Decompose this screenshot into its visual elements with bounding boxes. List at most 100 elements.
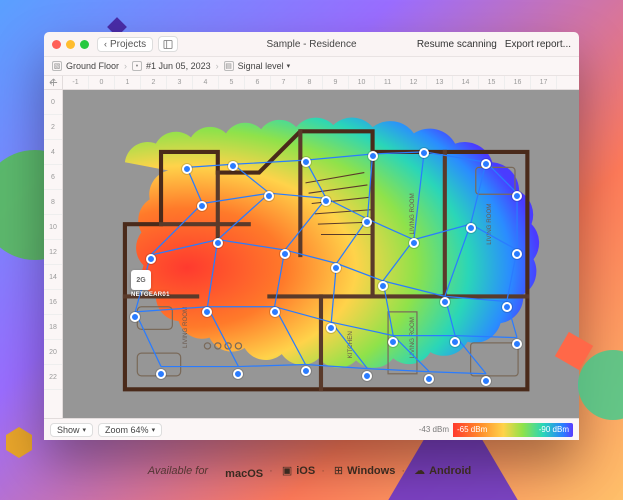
- survey-point[interactable]: [388, 337, 398, 347]
- survey-point[interactable]: [362, 371, 372, 381]
- sidebar-toggle-icon[interactable]: [158, 36, 178, 52]
- legend-mid: -65 dBm: [457, 425, 487, 434]
- ruler-tick: -1: [63, 76, 89, 89]
- ruler-tick: 5: [219, 76, 245, 89]
- signal-legend: -43 dBm -65 dBm -90 dBm: [415, 423, 573, 437]
- survey-point[interactable]: [362, 217, 372, 227]
- breadcrumb: ▧ Ground Floor › • #1 Jun 05, 2023 › ▤ S…: [44, 56, 579, 76]
- ruler-origin-icon[interactable]: [44, 76, 63, 90]
- ruler-tick: 1: [115, 76, 141, 89]
- ruler-tick: 12: [401, 76, 427, 89]
- platform-android[interactable]: ☁ Android: [414, 464, 471, 477]
- ruler-tick: 2: [44, 115, 62, 140]
- platform-macos[interactable]: macOS: [221, 468, 263, 480]
- survey-point[interactable]: [146, 254, 156, 264]
- titlebar: ‹ Projects Sample - Residence Resume sca…: [44, 32, 579, 56]
- survey-point[interactable]: [502, 302, 512, 312]
- ruler-tick: 10: [349, 76, 375, 89]
- layer-icon: ▤: [224, 61, 234, 71]
- maximize-icon[interactable]: [80, 40, 89, 49]
- survey-point[interactable]: [197, 201, 207, 211]
- access-point-marker[interactable]: 2G NETGEAR01: [131, 270, 170, 298]
- survey-point[interactable]: [450, 337, 460, 347]
- back-projects-button[interactable]: ‹ Projects: [97, 37, 153, 52]
- survey-point[interactable]: [419, 148, 429, 158]
- floorplan-viewport[interactable]: LIVING ROOM KITCHEN LIVING ROOM LIVING R…: [63, 90, 579, 418]
- survey-point[interactable]: [233, 369, 243, 379]
- ruler-tick: 14: [44, 265, 62, 290]
- crumb-layer[interactable]: Signal level: [238, 61, 284, 71]
- back-label: Projects: [110, 39, 146, 50]
- platform-ios[interactable]: ▣ iOS: [282, 464, 315, 477]
- survey-point[interactable]: [409, 238, 419, 248]
- survey-point[interactable]: [130, 312, 140, 322]
- survey-point[interactable]: [368, 151, 378, 161]
- chevron-right-icon: ›: [216, 61, 219, 71]
- ruler-tick: 14: [453, 76, 479, 89]
- wifi-icon: 2G: [131, 270, 151, 290]
- survey-point[interactable]: [326, 323, 336, 333]
- legend-max: -90 dBm: [539, 425, 569, 434]
- survey-point[interactable]: [424, 374, 434, 384]
- crumb-floor[interactable]: Ground Floor: [66, 61, 119, 71]
- survey-point[interactable]: [321, 196, 331, 206]
- survey-point[interactable]: [481, 376, 491, 386]
- ruler-tick: 22: [44, 365, 62, 390]
- ruler-tick: 6: [44, 165, 62, 190]
- survey-point[interactable]: [156, 369, 166, 379]
- ruler-tick: 10: [44, 215, 62, 240]
- ruler-tick: 11: [375, 76, 401, 89]
- ruler-tick: 3: [167, 76, 193, 89]
- survey-point[interactable]: [466, 223, 476, 233]
- ruler-tick: 18: [44, 315, 62, 340]
- survey-point[interactable]: [280, 249, 290, 259]
- platform-windows[interactable]: ⊞ Windows: [334, 464, 395, 477]
- survey-point[interactable]: [301, 366, 311, 376]
- survey-point[interactable]: [270, 307, 280, 317]
- ruler-vertical: 0246810121416182022: [44, 90, 63, 418]
- survey-point[interactable]: [378, 281, 388, 291]
- ruler-tick: 13: [427, 76, 453, 89]
- survey-point[interactable]: [182, 164, 192, 174]
- minimize-icon[interactable]: [66, 40, 75, 49]
- access-point-label: NETGEAR01: [131, 292, 170, 298]
- ruler-tick: 8: [44, 190, 62, 215]
- ruler-tick: 16: [44, 290, 62, 315]
- survey-point[interactable]: [440, 297, 450, 307]
- survey-point[interactable]: [264, 191, 274, 201]
- bg-decor: [578, 350, 623, 420]
- survey-point[interactable]: [301, 157, 311, 167]
- ruler-tick: 0: [89, 76, 115, 89]
- ruler-tick: 17: [531, 76, 557, 89]
- crumb-survey[interactable]: #1 Jun 05, 2023: [146, 61, 211, 71]
- chevron-down-icon: ▾: [152, 426, 156, 434]
- survey-path: [63, 90, 579, 410]
- ruler-tick: 9: [323, 76, 349, 89]
- windows-icon: ⊞: [334, 464, 343, 477]
- ruler-tick: 15: [479, 76, 505, 89]
- export-report-button[interactable]: Export report...: [505, 39, 571, 50]
- app-window: ‹ Projects Sample - Residence Resume sca…: [44, 32, 579, 440]
- chevron-left-icon: ‹: [104, 39, 107, 49]
- survey-point[interactable]: [202, 307, 212, 317]
- survey-point[interactable]: [512, 339, 522, 349]
- zoom-dropdown[interactable]: Zoom 64% ▾: [98, 423, 162, 437]
- survey-point[interactable]: [512, 249, 522, 259]
- ruler-tick: 7: [271, 76, 297, 89]
- chevron-down-icon: ▾: [287, 62, 291, 70]
- survey-point[interactable]: [228, 161, 238, 171]
- survey-point[interactable]: [331, 263, 341, 273]
- ruler-tick: 20: [44, 340, 62, 365]
- window-controls: [52, 40, 89, 49]
- android-icon: ☁: [414, 464, 425, 477]
- survey-point[interactable]: [213, 238, 223, 248]
- close-icon[interactable]: [52, 40, 61, 49]
- survey-point[interactable]: [512, 191, 522, 201]
- show-dropdown[interactable]: Show ▾: [50, 423, 93, 437]
- ios-icon: ▣: [282, 464, 292, 477]
- ruler-horizontal: -101234567891011121314151617: [63, 76, 579, 90]
- survey-icon: •: [132, 61, 142, 71]
- survey-point[interactable]: [481, 159, 491, 169]
- ruler-tick: 16: [505, 76, 531, 89]
- resume-scanning-button[interactable]: Resume scanning: [417, 39, 497, 50]
